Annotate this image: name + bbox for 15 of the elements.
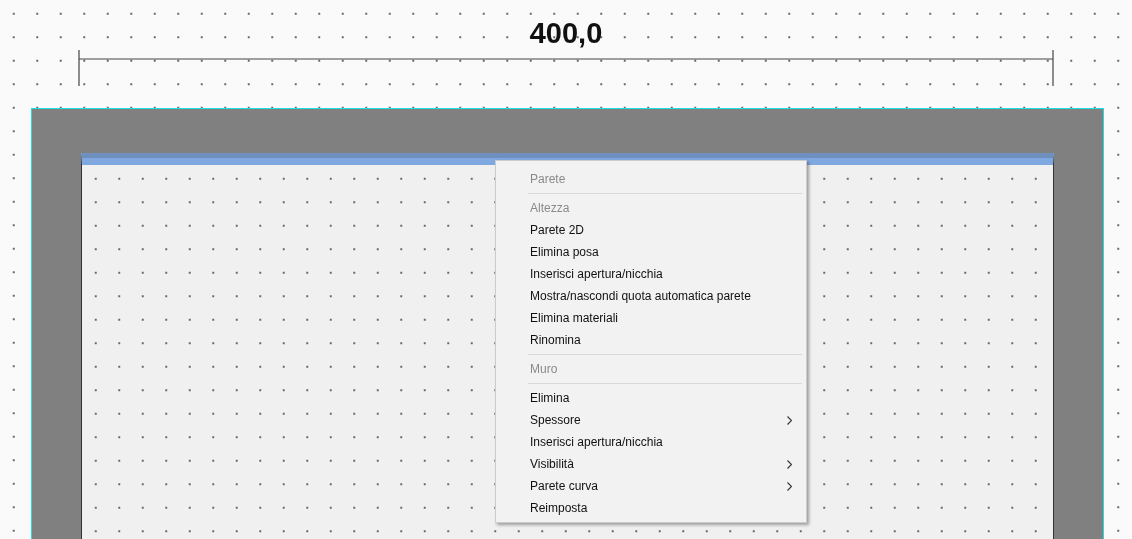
menu-item[interactable]: Parete curva (498, 475, 804, 497)
dimension-label: 400,0 (529, 16, 603, 50)
menu-item[interactable]: Elimina posa (498, 241, 804, 263)
menu-item[interactable]: Elimina materiali (498, 307, 804, 329)
menu-item[interactable]: Rinomina (498, 329, 804, 351)
menu-item[interactable]: Inserisci apertura/nicchia (498, 263, 804, 285)
menu-item[interactable]: Mostra/nascondi quota automatica parete (498, 285, 804, 307)
menu-item[interactable]: Visibilità (498, 453, 804, 475)
menu-item[interactable]: Parete 2D (498, 219, 804, 241)
menu-header: Parete (529, 171, 567, 188)
menu-item[interactable]: Inserisci apertura/nicchia (498, 431, 804, 453)
menu-item[interactable]: Elimina (498, 387, 804, 409)
menu-header: Muro (529, 361, 559, 378)
menu-item[interactable]: Spessore (498, 409, 804, 431)
menu-item[interactable]: Reimposta (498, 497, 804, 519)
